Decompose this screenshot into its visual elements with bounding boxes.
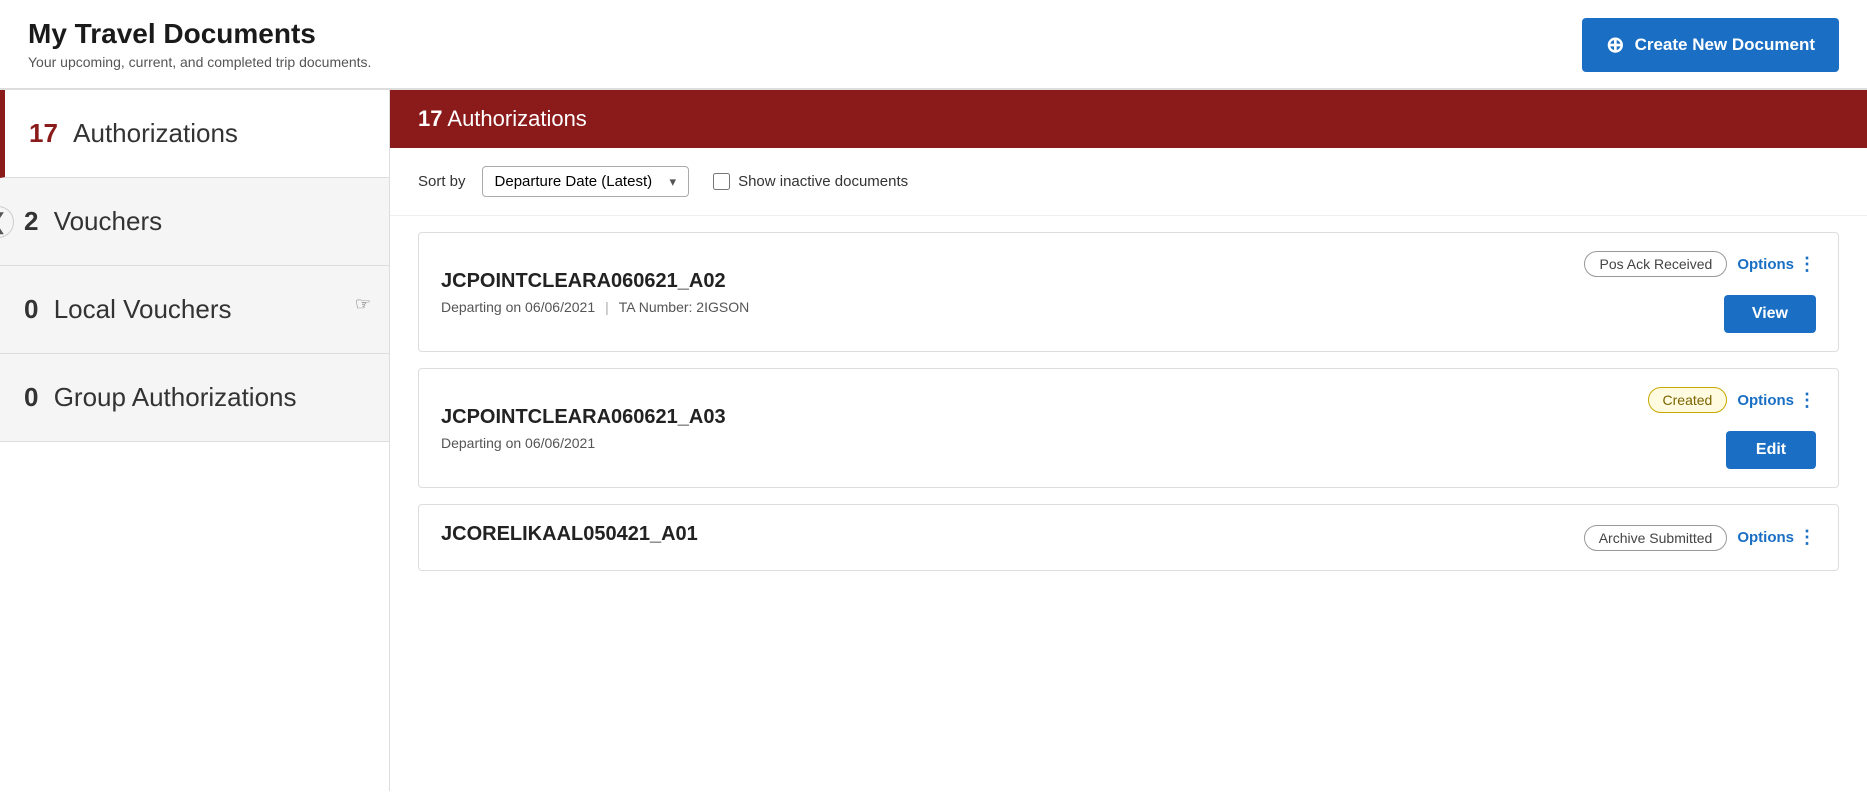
options-dots-icon: ⋮ [1798,254,1816,275]
document-card: JCPOINTCLEARA060621_A03 Departing on 06/0… [418,368,1839,488]
options-button[interactable]: Options ⋮ [1737,254,1816,275]
header-title-block: My Travel Documents Your upcoming, curre… [28,18,371,70]
doc-meta: Departing on 06/06/2021 | TA Number: 2IGSO… [441,299,1584,315]
doc-actions: Pos Ack Received Options ⋮ View [1584,251,1816,333]
options-button[interactable]: Options ⋮ [1737,390,1816,411]
inactive-documents-checkbox[interactable] [713,173,730,190]
main-layout: 17 Authorizations ❮ 2 Vouchers 0 Local Vouc… [0,90,1867,791]
view-button[interactable]: View [1724,295,1816,333]
sort-bar: Sort by Departure Date (Latest)Departure… [390,148,1867,216]
inactive-documents-label: Show inactive documents [738,173,908,190]
inactive-documents-checkbox-label[interactable]: Show inactive documents [713,173,908,190]
doc-actions: Archive Submitted Options ⋮ [1584,525,1816,551]
document-card: JCPOINTCLEARA060621_A02 Departing on 06/0… [418,232,1839,352]
sidebar-item-authorizations[interactable]: 17 Authorizations [0,90,389,178]
sidebar-item-label: Authorizations [66,118,238,149]
doc-title: JCORELIKAAL050421_A01 [441,523,1584,546]
doc-ta-number: TA Number: 2IGSON [619,299,749,315]
plus-icon: ⊕ [1606,32,1624,58]
options-dots-icon: ⋮ [1798,390,1816,411]
status-badge: Archive Submitted [1584,525,1728,551]
edit-button[interactable]: Edit [1726,431,1816,469]
create-button-label: Create New Document [1635,35,1815,55]
sort-label: Sort by [418,173,466,190]
content-area: 17 Authorizations Sort by Departure Date… [390,90,1867,791]
sidebar-item-count: 0 [24,382,38,413]
status-badge: Pos Ack Received [1584,251,1727,277]
doc-departure: Departing on 06/06/2021 [441,435,595,451]
doc-actions-top-row: Pos Ack Received Options ⋮ [1584,251,1816,277]
doc-title: JCPOINTCLEARA060621_A02 [441,270,1584,293]
status-badge: Created [1648,387,1728,413]
doc-actions-top-row: Archive Submitted Options ⋮ [1584,525,1816,551]
doc-title: JCPOINTCLEARA060621_A03 [441,406,1648,429]
page-subtitle: Your upcoming, current, and completed tr… [28,54,371,70]
doc-departure: Departing on 06/06/2021 [441,299,595,315]
sidebar-item-label: Vouchers [46,206,162,237]
cursor-icon: ☞ [355,294,371,315]
doc-meta: Departing on 06/06/2021 [441,435,1648,451]
options-label: Options [1737,392,1794,409]
doc-actions-top-row: Created Options ⋮ [1648,387,1816,413]
page-header: My Travel Documents Your upcoming, curre… [0,0,1867,90]
section-count: 17 [418,106,442,131]
doc-info: JCPOINTCLEARA060621_A02 Departing on 06/0… [441,270,1584,315]
options-label: Options [1737,256,1794,273]
chevron-left-icon[interactable]: ❮ [0,206,14,238]
sort-select-wrapper[interactable]: Departure Date (Latest)Departure Date (E… [482,166,690,197]
sidebar-item-label: Group Authorizations [46,382,296,413]
sidebar-item-group-authorizations[interactable]: 0 Group Authorizations [0,354,389,442]
section-label-text: Authorizations [447,106,586,131]
sidebar-item-label: Local Vouchers [46,294,231,325]
options-dots-icon: ⋮ [1798,527,1816,548]
sidebar: 17 Authorizations ❮ 2 Vouchers 0 Local Vouc… [0,90,390,791]
doc-info: JCPOINTCLEARA060621_A03 Departing on 06/0… [441,406,1648,451]
chevron-down-icon: ▾ [670,174,677,190]
section-header: 17 Authorizations [390,90,1867,148]
sidebar-item-vouchers[interactable]: ❮ 2 Vouchers [0,178,389,266]
document-card: JCORELIKAAL050421_A01Archive Submitted Op… [418,504,1839,571]
options-label: Options [1737,529,1794,546]
sort-select[interactable]: Departure Date (Latest)Departure Date (E… [495,173,662,190]
doc-actions: Created Options ⋮ Edit [1648,387,1816,469]
options-button[interactable]: Options ⋮ [1737,527,1816,548]
doc-info: JCORELIKAAL050421_A01 [441,523,1584,552]
page-title: My Travel Documents [28,18,371,50]
meta-separator: | [605,299,609,315]
create-new-document-button[interactable]: ⊕ Create New Document [1582,18,1839,72]
sidebar-item-count: 17 [29,118,58,149]
sidebar-item-local-vouchers[interactable]: 0 Local Vouchers ☞ [0,266,389,354]
sidebar-item-count: 2 [24,206,38,237]
sidebar-item-count: 0 [24,294,38,325]
